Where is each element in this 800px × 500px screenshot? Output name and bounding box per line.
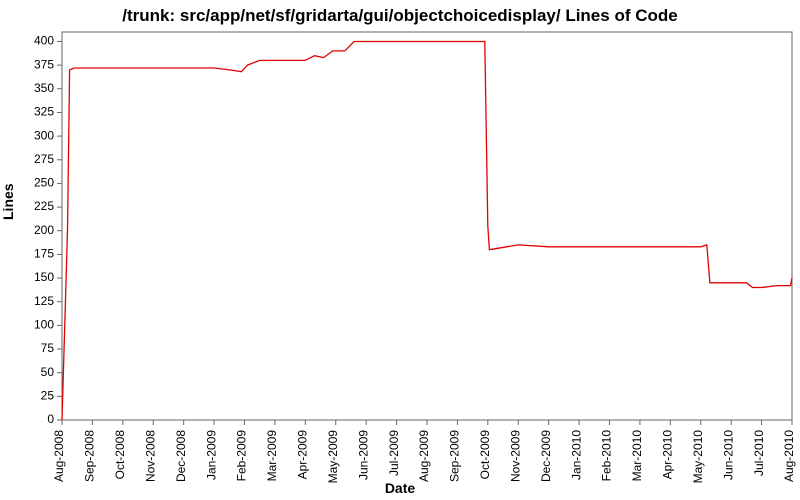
svg-text:Apr-2010: Apr-2010 — [661, 430, 675, 480]
svg-text:Jul-2009: Jul-2009 — [387, 430, 401, 476]
svg-text:Mar-2010: Mar-2010 — [630, 430, 644, 482]
loc-chart: /trunk: src/app/net/sf/gridarta/gui/obje… — [0, 0, 800, 500]
svg-text:Sep-2009: Sep-2009 — [448, 430, 462, 482]
svg-text:Nov-2008: Nov-2008 — [143, 430, 157, 482]
svg-text:75: 75 — [41, 341, 55, 355]
svg-text:0: 0 — [47, 412, 54, 426]
svg-text:Feb-2009: Feb-2009 — [235, 430, 249, 482]
svg-text:175: 175 — [34, 247, 54, 261]
svg-text:Jun-2010: Jun-2010 — [721, 430, 735, 480]
svg-text:200: 200 — [34, 223, 54, 237]
svg-text:Oct-2009: Oct-2009 — [478, 430, 492, 480]
svg-text:Mar-2009: Mar-2009 — [265, 430, 279, 482]
svg-text:Jan-2009: Jan-2009 — [204, 430, 218, 480]
svg-text:100: 100 — [34, 318, 54, 332]
svg-text:25: 25 — [41, 389, 55, 403]
svg-text:250: 250 — [34, 176, 54, 190]
svg-text:375: 375 — [34, 57, 54, 71]
svg-text:50: 50 — [41, 365, 55, 379]
svg-text:Dec-2009: Dec-2009 — [539, 430, 553, 482]
svg-text:225: 225 — [34, 199, 54, 213]
svg-text:125: 125 — [34, 294, 54, 308]
svg-text:Dec-2008: Dec-2008 — [174, 430, 188, 482]
svg-text:Jul-2010: Jul-2010 — [752, 430, 766, 476]
svg-text:300: 300 — [34, 128, 54, 142]
svg-text:Sep-2008: Sep-2008 — [83, 430, 97, 482]
svg-text:May-2010: May-2010 — [691, 430, 705, 484]
svg-text:Nov-2009: Nov-2009 — [508, 430, 522, 482]
svg-text:275: 275 — [34, 152, 54, 166]
svg-text:May-2009: May-2009 — [326, 430, 340, 484]
svg-text:Jan-2010: Jan-2010 — [569, 430, 583, 480]
svg-text:Aug-2008: Aug-2008 — [52, 430, 66, 482]
svg-text:350: 350 — [34, 81, 54, 95]
svg-text:Feb-2010: Feb-2010 — [600, 430, 614, 482]
svg-text:Aug-2009: Aug-2009 — [417, 430, 431, 482]
svg-text:Aug-2010: Aug-2010 — [782, 430, 796, 482]
svg-text:150: 150 — [34, 270, 54, 284]
svg-text:Apr-2009: Apr-2009 — [296, 430, 310, 480]
plot-svg: 0 25 50 75 100 125 150 175 200 225 250 275 300 325 350… — [0, 0, 800, 500]
svg-text:Oct-2008: Oct-2008 — [113, 430, 127, 480]
svg-text:400: 400 — [34, 34, 54, 48]
svg-text:Jun-2009: Jun-2009 — [356, 430, 370, 480]
svg-text:325: 325 — [34, 105, 54, 119]
